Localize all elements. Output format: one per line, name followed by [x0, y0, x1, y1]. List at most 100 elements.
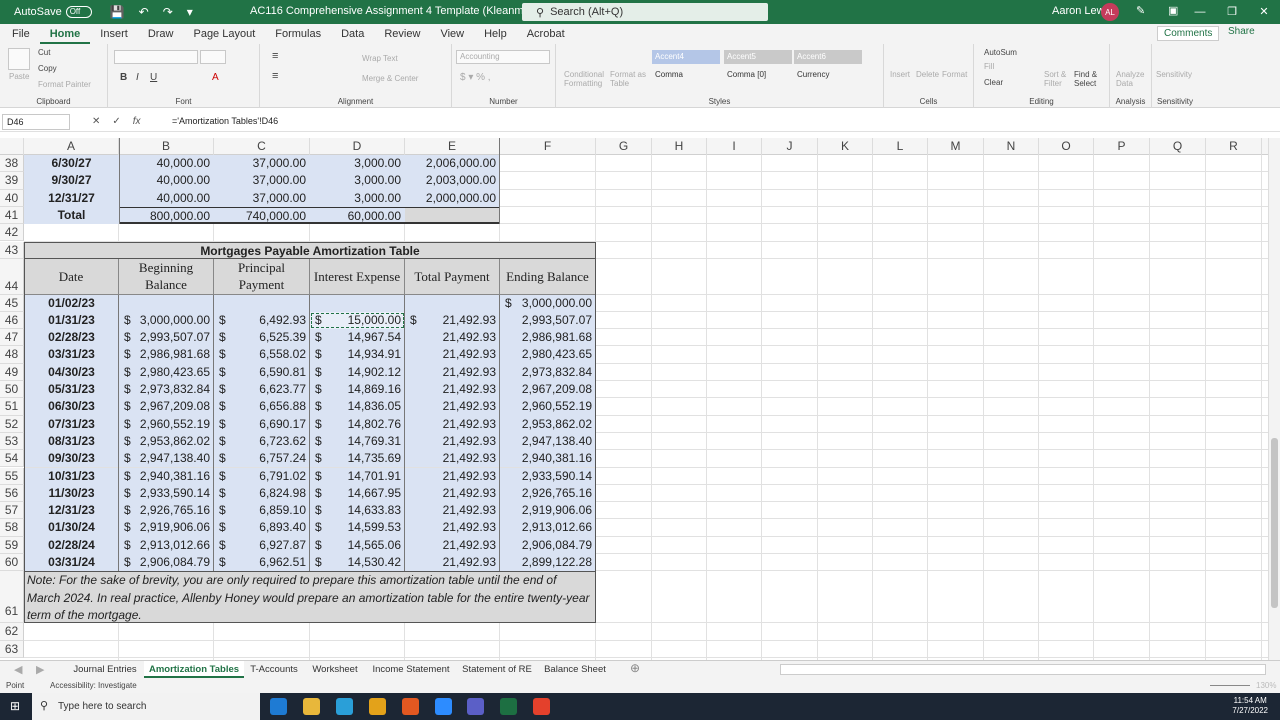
cell-d58[interactable]: $14,599.53	[310, 519, 405, 537]
cell-d52[interactable]: $14,802.76	[310, 415, 405, 433]
paste-icon[interactable]	[8, 48, 30, 70]
column-header-i[interactable]: I	[707, 138, 762, 155]
column-header-f[interactable]: F	[500, 138, 596, 155]
analyze-data-button[interactable]: Analyze Data	[1116, 70, 1148, 88]
row-header-47[interactable]: 47	[0, 329, 24, 347]
cell-f54[interactable]: 2,940,381.16	[500, 450, 596, 468]
tab-data[interactable]: Data	[331, 24, 374, 44]
cell-e47[interactable]: 21,492.93	[405, 329, 500, 347]
format-cells-button[interactable]: Format	[942, 70, 967, 79]
cell-a59[interactable]: 02/28/24	[24, 536, 119, 554]
row-header-55[interactable]: 55	[0, 467, 24, 485]
row-header-43[interactable]: 43	[0, 241, 24, 259]
row-header-52[interactable]: 52	[0, 415, 24, 433]
search-box[interactable]: ⚲ Search (Alt+Q)	[522, 3, 768, 21]
cell-empty-45[interactable]	[119, 294, 214, 312]
cell-d48[interactable]: $14,934.91	[310, 346, 405, 364]
cell-f58[interactable]: 2,913,012.66	[500, 519, 596, 537]
cell-empty-45[interactable]	[214, 294, 310, 312]
file-explorer-icon[interactable]	[303, 698, 320, 715]
cell-c39[interactable]: 37,000.00	[214, 172, 310, 190]
cell-c41[interactable]: 740,000.00	[214, 206, 310, 225]
next-sheet-icon[interactable]: ▶	[36, 663, 44, 676]
cell-e51[interactable]: 21,492.93	[405, 398, 500, 416]
system-clock[interactable]: 11:54 AM 7/27/2022	[1232, 696, 1268, 716]
cell-empty-45[interactable]	[405, 294, 500, 312]
tab-home[interactable]: Home	[39, 24, 91, 44]
cell-e52[interactable]: 21,492.93	[405, 415, 500, 433]
cell-c46[interactable]: $6,492.93	[214, 311, 310, 330]
sort-filter-button[interactable]: Sort & Filter	[1044, 70, 1074, 88]
format-as-table-button[interactable]: Format as Table	[610, 70, 650, 88]
column-header-a[interactable]: A	[24, 138, 119, 155]
cell-c38[interactable]: 37,000.00	[214, 155, 310, 173]
row-header-49[interactable]: 49	[0, 363, 24, 381]
cell-b39[interactable]: 40,000.00	[119, 172, 214, 190]
ribbon-display-icon[interactable]: ▣	[1168, 4, 1178, 17]
row-header-42[interactable]: 42	[0, 224, 24, 242]
cell-c58[interactable]: $6,893.40	[214, 519, 310, 537]
cell-f47[interactable]: 2,986,981.68	[500, 329, 596, 347]
redo-icon[interactable]: ↷	[163, 5, 173, 19]
cell-e60[interactable]: 21,492.93	[405, 554, 500, 572]
row-header-39[interactable]: 39	[0, 172, 24, 190]
pen-icon[interactable]: ✎	[1136, 4, 1145, 17]
column-header-o[interactable]: O	[1039, 138, 1094, 155]
row-header-59[interactable]: 59	[0, 536, 24, 554]
cell-f49[interactable]: 2,973,832.84	[500, 363, 596, 381]
cell-c54[interactable]: $6,757.24	[214, 450, 310, 468]
cell-f60[interactable]: 2,899,122.28	[500, 554, 596, 572]
cell-c60[interactable]: $6,962.51	[214, 554, 310, 572]
cell-a56[interactable]: 11/30/23	[24, 484, 119, 503]
cut-button[interactable]: Cut	[38, 48, 50, 57]
cell-a40[interactable]: 12/31/27	[24, 189, 119, 207]
cell-d46[interactable]: $15,000.00	[310, 311, 405, 330]
header-date[interactable]: Date	[24, 258, 119, 295]
column-header-p[interactable]: P	[1094, 138, 1150, 155]
cell-e49[interactable]: 21,492.93	[405, 363, 500, 381]
cell-b52[interactable]: $2,960,552.19	[119, 415, 214, 433]
cell-c59[interactable]: $6,927.87	[214, 536, 310, 554]
enter-icon[interactable]: ✓	[112, 116, 120, 127]
cell-b54[interactable]: $2,947,138.40	[119, 450, 214, 468]
font-name-field[interactable]	[114, 50, 198, 64]
cell-empty-45[interactable]	[310, 294, 405, 312]
tab-insert[interactable]: Insert	[90, 24, 138, 44]
horizontal-scrollbar[interactable]	[780, 664, 1266, 675]
column-header-d[interactable]: D	[310, 138, 405, 155]
cell-c56[interactable]: $6,824.98	[214, 484, 310, 503]
cell-c57[interactable]: $6,859.10	[214, 502, 310, 520]
column-header-l[interactable]: L	[873, 138, 928, 155]
style-currency[interactable]: Currency	[794, 68, 862, 82]
delete-cells-button[interactable]: Delete	[916, 70, 939, 79]
header-beg[interactable]: Beginning Balance	[119, 258, 214, 295]
row-header-57[interactable]: 57	[0, 502, 24, 520]
row-header-41[interactable]: 41	[0, 206, 24, 225]
font-size-field[interactable]	[200, 50, 226, 64]
cell-e55[interactable]: 21,492.93	[405, 467, 500, 485]
italic-icon[interactable]: I	[136, 72, 139, 83]
row-header-60[interactable]: 60	[0, 554, 24, 572]
sheet-tab-statement-of-re[interactable]: Statement of RE	[458, 661, 536, 678]
cell-b51[interactable]: $2,967,209.08	[119, 398, 214, 416]
row-header-53[interactable]: 53	[0, 432, 24, 451]
row-header-63[interactable]: 63	[0, 640, 24, 658]
cell-f50[interactable]: 2,967,209.08	[500, 381, 596, 399]
cell-f55[interactable]: 2,933,590.14	[500, 467, 596, 485]
sheet-tab-income-statement[interactable]: Income Statement	[368, 661, 454, 678]
cell-a58[interactable]: 01/30/24	[24, 519, 119, 537]
sensitivity-button[interactable]: Sensitivity	[1156, 70, 1192, 79]
cell-d41[interactable]: 60,000.00	[310, 206, 405, 225]
cell-b56[interactable]: $2,933,590.14	[119, 484, 214, 503]
format-painter-button[interactable]: Format Painter	[38, 80, 91, 89]
undo-icon[interactable]: ↶	[139, 5, 149, 19]
cell-f56[interactable]: 2,926,765.16	[500, 484, 596, 503]
cell-a51[interactable]: 06/30/23	[24, 398, 119, 416]
cell-e53[interactable]: 21,492.93	[405, 432, 500, 451]
cell-e48[interactable]: 21,492.93	[405, 346, 500, 364]
cell-a38[interactable]: 6/30/27	[24, 155, 119, 173]
row-header-61[interactable]: 61	[0, 571, 24, 624]
cell-d54[interactable]: $14,735.69	[310, 450, 405, 468]
cell-f52[interactable]: 2,953,862.02	[500, 415, 596, 433]
windows-start-icon[interactable]: ⊞	[10, 699, 20, 713]
